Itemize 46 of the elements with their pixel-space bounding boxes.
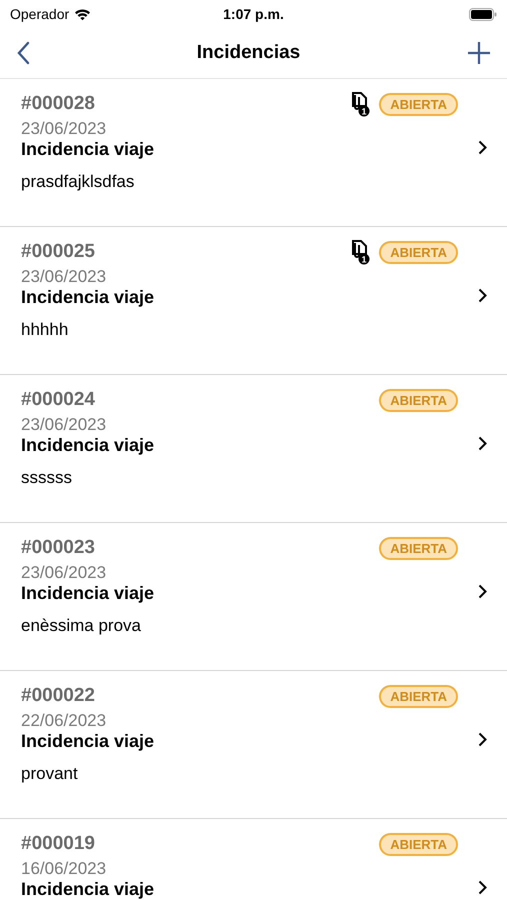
incident-date: 16/06/2023	[21, 859, 108, 879]
incident-row[interactable]: #000022 ABIERTA 22/06/2023 Incidencia viaje provant	[0, 671, 507, 819]
status-badge: ABIERTA	[379, 92, 458, 116]
incident-date: 23/06/2023	[21, 119, 108, 139]
wifi-icon	[74, 8, 92, 20]
chevron-icon	[478, 584, 487, 599]
incident-title: Incidencia viaje	[21, 879, 156, 900]
incident-date: 23/06/2023	[21, 563, 108, 583]
incident-number: #000024	[21, 389, 95, 411]
incident-description: ssssss	[21, 468, 73, 488]
status-badge: ABIERTA	[379, 832, 458, 856]
status-badge: ABIERTA	[379, 388, 458, 412]
battery-icon	[469, 8, 497, 20]
incident-row[interactable]: #000028 1 ABIERTA 23/06/2023 Incidencia viaje prasdfajklsdfas	[0, 79, 507, 227]
screen-title: Incidencias	[196, 42, 300, 64]
incident-row[interactable]: #000024 ABIERTA 23/06/2023 Incidencia viaje ssssss	[0, 375, 507, 523]
chevron-icon	[478, 288, 487, 303]
incident-description: provant	[21, 764, 79, 784]
clock-time: 1:07 p.m.	[223, 6, 284, 22]
status-badge: ABIERTA	[379, 240, 458, 264]
incident-number: #000028	[21, 93, 95, 115]
incident-title: Incidencia viaje	[21, 731, 156, 752]
incident-number: #000022	[21, 685, 95, 707]
incident-date: 23/06/2023	[21, 415, 108, 435]
incident-number: #000019	[21, 833, 95, 855]
incident-row[interactable]: #000025 1 ABIERTA 23/06/2023 Incidencia viaje hhhhh	[0, 227, 507, 375]
incident-description: hhhhh	[21, 320, 70, 340]
incident-date: 23/06/2023	[21, 267, 108, 287]
chevron-icon	[478, 880, 487, 895]
status-badge: ABIERTA	[379, 536, 458, 560]
status-badge: ABIERTA	[379, 684, 458, 708]
incident-description: prasdfajklsdfas	[21, 172, 136, 192]
chevron-icon	[478, 732, 487, 747]
incident-title: Incidencia viaje	[21, 583, 156, 604]
incident-number: #000023	[21, 537, 95, 559]
incident-row[interactable]: #000019 ABIERTA 16/06/2023 Incidencia viaje	[0, 819, 507, 900]
chevron-icon	[478, 140, 487, 155]
incident-date: 22/06/2023	[21, 711, 108, 731]
incident-title: Incidencia viaje	[21, 287, 156, 308]
incident-title: Incidencia viaje	[21, 435, 156, 456]
incident-description: enèssima prova	[21, 616, 142, 636]
incident-row[interactable]: #000023 ABIERTA 23/06/2023 Incidencia viaje enèssima prova	[0, 523, 507, 671]
carrier-name: Operador	[10, 6, 70, 22]
incident-number: #000025	[21, 241, 95, 263]
chevron-icon	[478, 436, 487, 451]
incident-title: Incidencia viaje	[21, 139, 156, 160]
